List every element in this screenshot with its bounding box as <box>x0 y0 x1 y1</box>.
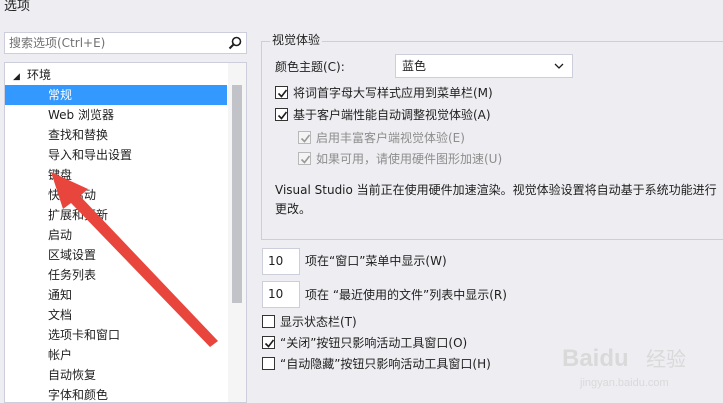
visual-experience-description: Visual Studio 当前正在使用硬件加速渲染。视觉体验设置将自动基于系统… <box>275 183 717 216</box>
theme-label: 颜色主题(C): <box>275 60 345 74</box>
tree-item[interactable]: 通知 <box>5 285 227 305</box>
theme-combobox[interactable]: 蓝色 <box>395 54 573 78</box>
search-input[interactable] <box>5 33 220 53</box>
rich-visual-label: 启用丰富客户端视觉体验(E) <box>316 131 465 145</box>
tree-item[interactable]: 查找和替换 <box>5 125 227 145</box>
uppercase-menu-checkbox[interactable] <box>275 86 288 99</box>
scrollbar-thumb[interactable] <box>232 85 242 303</box>
checkmark-icon <box>300 134 311 143</box>
search-icon[interactable] <box>228 36 242 50</box>
tree-item-label: 键盘 <box>48 168 73 182</box>
watermark-brand: Baidu <box>562 345 629 372</box>
tree-item-label: 任务列表 <box>48 268 97 282</box>
theme-value: 蓝色 <box>402 59 427 73</box>
tree-item[interactable]: 扩展和更新 <box>5 205 227 225</box>
tree-item[interactable]: 帐户 <box>5 345 227 365</box>
tree-item[interactable]: 常规 <box>5 85 227 105</box>
checkmark-icon <box>300 155 311 164</box>
close-button-checkbox[interactable] <box>262 336 275 349</box>
baidu-watermark-logo: Baidu 经验 jingyan.baidu.com <box>562 345 686 389</box>
recent-files-count-label: 项在 “最近使用的文件”列表中显示(R) <box>305 288 507 302</box>
hardware-accel-label: 如果可用，请使用硬件图形加速(U) <box>316 152 503 166</box>
tree-node-environment[interactable]: ◢ 环境 <box>5 65 228 85</box>
tree-item-label: 选项卡和窗口 <box>48 328 121 342</box>
tree-item[interactable]: Web 浏览器 <box>5 105 227 125</box>
tree-item-label: 区域设置 <box>48 248 97 262</box>
checkmark-icon <box>277 111 288 120</box>
tree-item-label: 帐户 <box>48 348 73 362</box>
chevron-down-icon <box>554 63 564 69</box>
tree-item-label: 快速启动 <box>48 188 97 202</box>
tree-item[interactable]: 快速启动 <box>5 185 227 205</box>
window-menu-count-label: 项在“窗口”菜单中显示(W) <box>305 254 447 268</box>
tree-item-label: Web 浏览器 <box>48 108 114 122</box>
tree-item[interactable]: 自动恢复 <box>5 365 227 385</box>
checkmark-icon <box>264 339 275 348</box>
tree-item-label: 查找和替换 <box>48 128 109 142</box>
status-bar-checkbox[interactable] <box>262 315 275 328</box>
close-button-label[interactable]: “关闭”按钮只影响活动工具窗口(O) <box>280 335 467 351</box>
tree-item[interactable]: 键盘 <box>5 165 227 185</box>
tree-item[interactable]: 启动 <box>5 225 227 245</box>
tree-item[interactable]: 区域设置 <box>5 245 227 265</box>
expand-triangle-icon[interactable]: ◢ <box>13 67 27 87</box>
tree-item[interactable]: 文档 <box>5 305 227 325</box>
autohide-button-checkbox[interactable] <box>262 357 275 370</box>
tree-item-label: 字体和颜色 <box>48 388 109 402</box>
tree-item-label: 启动 <box>48 228 73 242</box>
autohide-button-label[interactable]: “自动隐藏”按钮只影响活动工具窗口(H) <box>280 356 491 372</box>
window-menu-count-input[interactable]: 10 <box>262 248 300 275</box>
tree-node-label: 环境 <box>27 68 52 82</box>
tree-item[interactable]: 任务列表 <box>5 265 227 285</box>
auto-adjust-checkbox[interactable] <box>275 108 288 121</box>
tree-scrollbar[interactable] <box>228 63 246 402</box>
group-title: 视觉体验 <box>270 32 323 48</box>
hardware-accel-checkbox <box>298 152 311 165</box>
search-box[interactable] <box>4 32 247 54</box>
tree-item-label: 自动恢复 <box>48 368 97 382</box>
status-bar-label[interactable]: 显示状态栏(T) <box>280 314 357 330</box>
rich-visual-checkbox <box>298 131 311 144</box>
tree-item-label: 扩展和更新 <box>48 208 109 222</box>
tree-item-label: 导入和导出设置 <box>48 148 133 162</box>
tree-item[interactable]: 字体和颜色 <box>5 385 227 402</box>
tree-item-label: 通知 <box>48 288 73 302</box>
tree-item[interactable]: 导入和导出设置 <box>5 145 227 165</box>
tree-item-label: 文档 <box>48 308 73 322</box>
tree-item-label: 常规 <box>48 88 73 102</box>
checkmark-icon <box>277 89 288 98</box>
dialog-title: 选项 <box>4 0 31 14</box>
watermark-url: jingyan.baidu.com <box>579 377 669 389</box>
watermark-suffix: 经验 <box>646 347 686 371</box>
uppercase-menu-label[interactable]: 将词首字母大写样式应用到菜单栏(M) <box>293 85 493 101</box>
auto-adjust-label[interactable]: 基于客户端性能自动调整视觉体验(A) <box>293 107 491 123</box>
recent-files-count-input[interactable]: 10 <box>262 281 300 308</box>
options-tree[interactable]: ◢ 环境 常规 Web 浏览器 查找和替换导入和导出设置 键盘快速启动扩展和更新启动区域… <box>4 62 247 403</box>
tree-item[interactable]: 选项卡和窗口 <box>5 325 227 345</box>
